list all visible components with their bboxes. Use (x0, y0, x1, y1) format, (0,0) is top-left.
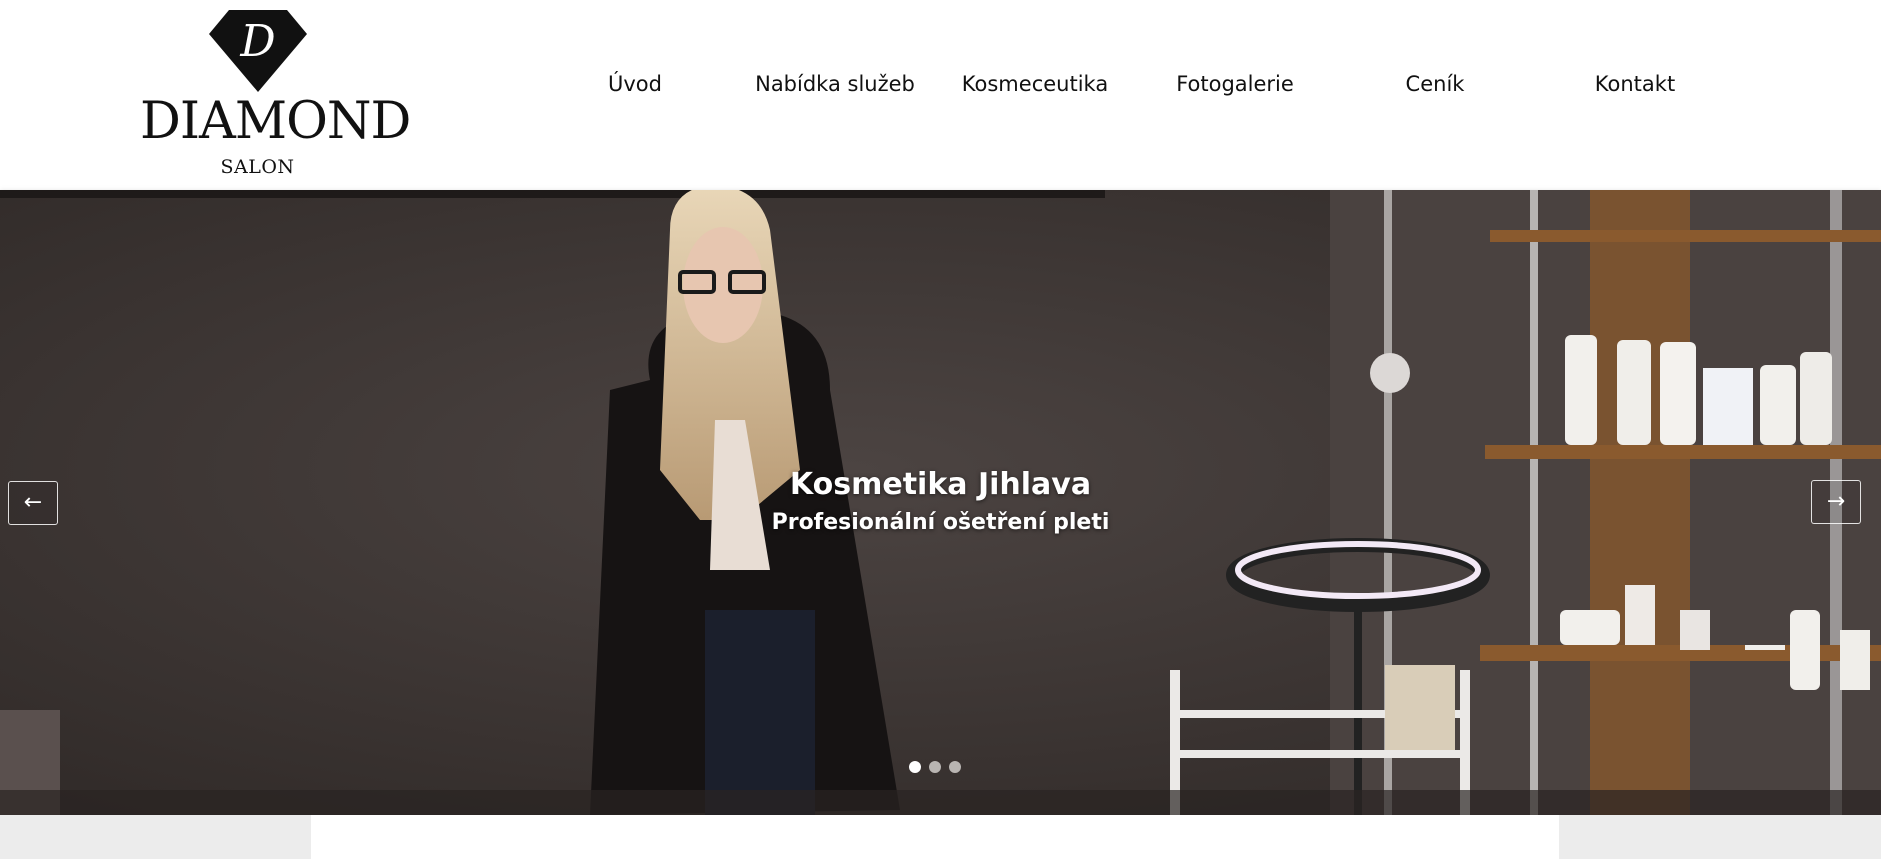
nav-item-cenik[interactable]: Ceník (1335, 72, 1535, 96)
prev-slide-button[interactable]: ← (8, 481, 58, 525)
nav-item-kosmeceutika[interactable]: Kosmeceutika (935, 72, 1135, 96)
site-header: D DIAMOND SALON Úvod Nabídka služeb Kosm… (0, 0, 1881, 190)
nav-item-kontakt[interactable]: Kontakt (1535, 72, 1735, 96)
logo-monogram: D (239, 16, 275, 67)
next-slide-button[interactable]: → (1811, 480, 1861, 524)
slide-dot-2[interactable] (929, 761, 941, 773)
logo-subtitle: SALON (220, 156, 295, 178)
content-side-panel-right (1559, 815, 1881, 859)
nav-item-fotogalerie[interactable]: Fotogalerie (1135, 72, 1335, 96)
content-side-panel-left (0, 815, 311, 859)
hero-slider: Kosmetika Jihlava Profesionální ošetření… (0, 190, 1881, 815)
slide-dot-3[interactable] (949, 761, 961, 773)
nav-item-uvod[interactable]: Úvod (535, 72, 735, 96)
content-main-area (311, 815, 1559, 859)
slide-dot-1[interactable] (909, 761, 921, 773)
nav-item-nabidka-sluzeb[interactable]: Nabídka služeb (735, 72, 935, 96)
arrow-right-icon: → (1826, 489, 1846, 514)
arrow-left-icon: ← (23, 490, 43, 515)
hero-subtitle: Profesionální ošetření pleti (771, 510, 1110, 535)
main-nav: Úvod Nabídka služeb Kosmeceutika Fotogal… (0, 72, 1881, 104)
hero-title: Kosmetika Jihlava (789, 467, 1092, 502)
hero-background-image (0, 190, 1881, 815)
